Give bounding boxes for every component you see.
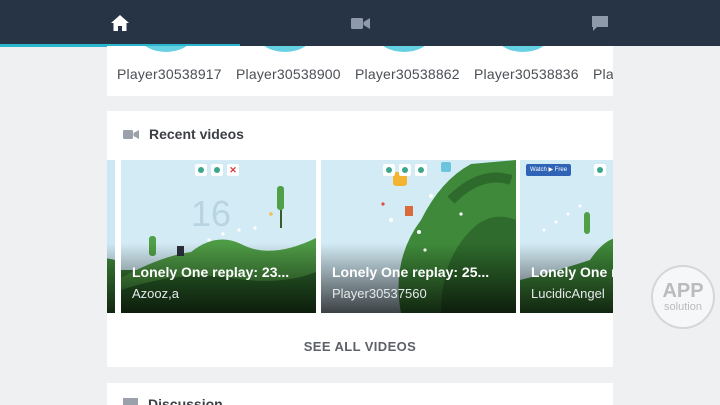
video-card-partial[interactable] (107, 160, 115, 313)
close-icon: ✕ (227, 164, 239, 176)
home-icon (111, 15, 129, 31)
thumbnail-badges (383, 164, 431, 176)
player-name: Player30538862 (355, 66, 460, 82)
section-title: Discussion (148, 396, 223, 405)
watermark-line2: solution (664, 301, 702, 313)
video-camera-icon (350, 17, 370, 29)
players-card: Player30538917 Player30538900 Player3053… (107, 46, 613, 96)
video-title: Lonely One replay: 23... (132, 264, 290, 280)
tab-discussion[interactable] (480, 0, 720, 46)
badge-icon (195, 164, 207, 176)
player-item[interactable]: Pla (583, 46, 613, 96)
player-name: Player30538900 (236, 66, 341, 82)
video-author: Azooz,a (132, 286, 179, 301)
video-carousel[interactable]: 16 ✕ Lonely One replay: 23... Azooz,a Lo… (107, 160, 613, 313)
watermark-line1: APP (662, 280, 704, 302)
badge-icon (594, 164, 606, 176)
player-avatar (379, 46, 429, 52)
chat-icon (123, 397, 138, 405)
hud-watch-label: Watch ▶ Free (526, 164, 572, 176)
section-title: Recent videos (149, 126, 244, 142)
player-item[interactable]: Player30538836 (464, 46, 582, 96)
thumbnail-badges (594, 164, 610, 176)
discussion-card: Discussion (107, 383, 613, 405)
video-title: Lonely One replay: 25... (332, 264, 490, 280)
see-all-videos-button[interactable]: SEE ALL VIDEOS (107, 339, 613, 354)
badge-icon (415, 164, 427, 176)
overlay-number: 16 (191, 193, 231, 234)
badge-icon (399, 164, 411, 176)
player-item[interactable]: Player30538900 (226, 46, 344, 96)
top-navigation-bar (0, 0, 720, 47)
video-card[interactable]: Watch ▶ Free Lonely One r LucidicAngel (520, 160, 613, 313)
discussion-header: Discussion (123, 395, 223, 405)
recent-videos-header: Recent videos (123, 125, 244, 143)
thumbnail-shade (107, 243, 115, 313)
chat-icon (592, 15, 608, 31)
player-avatar (498, 46, 548, 52)
video-card[interactable]: Lonely One replay: 25... Player30537560 (321, 160, 516, 313)
badge-icon (211, 164, 223, 176)
video-camera-icon (123, 129, 139, 139)
video-card[interactable]: 16 ✕ Lonely One replay: 23... Azooz,a (121, 160, 316, 313)
player-item[interactable]: Player30538862 (345, 46, 463, 96)
player-item[interactable]: Player30538917 (107, 46, 225, 96)
recent-videos-card: Recent videos 16 ✕ Lonely One replay: 23… (107, 111, 613, 367)
badge-icon (383, 164, 395, 176)
thumbnail-badges: ✕ (195, 164, 243, 176)
video-author: Player30537560 (332, 286, 427, 301)
tab-home[interactable] (0, 0, 240, 46)
app-solution-watermark: APP solution (651, 265, 715, 329)
player-name: Player30538836 (474, 66, 579, 82)
video-author: LucidicAngel (531, 286, 605, 301)
video-title: Lonely One r (531, 264, 613, 280)
player-name: Pla (593, 66, 613, 82)
player-avatar (260, 46, 310, 52)
tab-videos[interactable] (240, 0, 480, 46)
player-avatar (141, 46, 191, 52)
player-name: Player30538917 (117, 66, 222, 82)
